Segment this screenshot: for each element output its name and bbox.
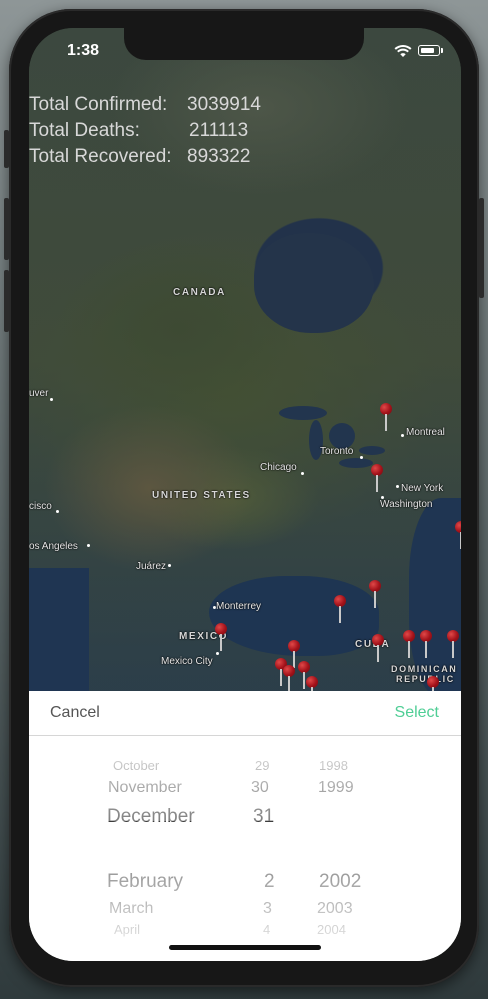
picker-month-item[interactable]: November: [108, 779, 182, 797]
picker-toolbar: Cancel Select: [29, 691, 461, 736]
map-label-canada: CANADA: [173, 287, 226, 298]
city-dot: [360, 456, 363, 459]
city-dot: [396, 485, 399, 488]
great-lake-superior: [279, 406, 327, 420]
map-pin[interactable]: [371, 464, 383, 494]
picker-month-item[interactable]: December: [107, 806, 195, 828]
city-dot: [87, 544, 90, 547]
satellite-map[interactable]: CANADA UNITED STATES MEXICO CUBA DOMINIC…: [29, 28, 461, 691]
map-pin[interactable]: [447, 630, 459, 660]
date-picker-wheels[interactable]: October November December February March…: [29, 736, 461, 961]
map-pin[interactable]: [455, 521, 461, 551]
deaths-value: 211113: [189, 120, 249, 141]
map-label-toronto: Toronto: [320, 446, 354, 457]
picker-day-item[interactable]: 3: [263, 900, 272, 918]
picker-month-item[interactable]: February: [107, 871, 183, 893]
map-pin[interactable]: [306, 676, 318, 691]
battery-cap: [441, 48, 443, 53]
confirmed-label: Total Confirmed:: [29, 94, 168, 115]
city-dot: [56, 510, 59, 513]
map-pin[interactable]: [372, 634, 384, 664]
map-label-mexico-city: Mexico City: [161, 656, 213, 667]
wifi-icon: [394, 45, 412, 57]
picker-year-item[interactable]: 2002: [319, 871, 361, 893]
picker-day-item[interactable]: 31: [253, 806, 274, 828]
picker-year-item[interactable]: 1999: [318, 779, 354, 797]
picker-month-item[interactable]: April: [114, 922, 140, 937]
map-label-chicago: Chicago: [260, 462, 297, 473]
great-lake-ontario: [359, 446, 385, 455]
picker-day-item[interactable]: 4: [263, 922, 270, 937]
silent-switch: [4, 130, 9, 168]
map-pin[interactable]: [420, 630, 432, 660]
home-indicator[interactable]: [169, 945, 321, 950]
map-label-washington: Washington: [380, 499, 433, 510]
clock-time: 1:38: [67, 42, 100, 59]
map-label-vancouver: uver: [29, 388, 49, 399]
recovered-value: 893322: [187, 146, 251, 167]
picker-day-item[interactable]: 29: [255, 758, 269, 773]
map-label-san-francisco: cisco: [29, 501, 52, 512]
map-pin[interactable]: [334, 595, 346, 625]
map-label-dominican: DOMINICAN: [391, 664, 458, 674]
map-pin[interactable]: [369, 580, 381, 610]
picker-month-item[interactable]: March: [109, 900, 153, 918]
picker-fade-bottom: [29, 846, 461, 961]
screen: CANADA UNITED STATES MEXICO CUBA DOMINIC…: [29, 28, 461, 961]
select-button[interactable]: Select: [395, 704, 439, 722]
map-pin[interactable]: [283, 665, 295, 691]
picker-fade-top: [29, 736, 461, 821]
volume-up-button: [4, 198, 9, 260]
recovered-label: Total Recovered:: [29, 146, 172, 167]
deaths-label: Total Deaths:: [29, 120, 140, 141]
map-pin[interactable]: [403, 630, 415, 660]
city-dot: [50, 398, 53, 401]
power-button: [479, 198, 484, 298]
battery-icon: [418, 45, 440, 56]
city-dot: [301, 472, 304, 475]
status-bar: 1:38: [29, 28, 461, 72]
notch: [124, 28, 364, 60]
picker-year-item[interactable]: 2004: [317, 922, 346, 937]
pacific-ocean: [29, 568, 89, 691]
map-label-republic: REPUBLIC: [396, 674, 455, 684]
map-label-united-states: UNITED STATES: [152, 490, 251, 501]
map-label-juarez: Juárez: [136, 561, 167, 572]
confirmed-value: 3039914: [187, 94, 261, 115]
great-lake-erie: [339, 458, 373, 468]
stat-row-recovered: Total Recovered: 893322: [29, 144, 261, 170]
picker-day-item[interactable]: 30: [251, 779, 269, 797]
atlantic-ocean: [409, 498, 461, 691]
map-pin[interactable]: [427, 676, 439, 691]
map-label-new-york: New York: [401, 483, 444, 494]
map-pin[interactable]: [380, 403, 392, 433]
cancel-button[interactable]: Cancel: [50, 704, 100, 722]
picker-year-item[interactable]: 1998: [319, 758, 348, 773]
picker-month-item[interactable]: October: [113, 758, 159, 773]
stat-row-deaths: Total Deaths: 211113: [29, 118, 261, 144]
map-label-monterrey: Monterrey: [216, 601, 262, 612]
stat-row-confirmed: Total Confirmed: 3039914: [29, 92, 261, 118]
city-dot: [401, 434, 404, 437]
date-picker-sheet: Cancel Select October November December …: [29, 691, 461, 961]
volume-down-button: [4, 270, 9, 332]
map-label-montreal: Montreal: [406, 427, 445, 438]
city-dot: [168, 564, 171, 567]
map-pin[interactable]: [215, 623, 227, 653]
picker-year-item[interactable]: 2003: [317, 900, 353, 918]
hudson-bay: [254, 233, 374, 333]
stats-panel: Total Confirmed: 3039914 Total Deaths: 2…: [29, 92, 261, 170]
map-label-los-angeles: os Angeles: [29, 541, 78, 552]
picker-day-item[interactable]: 2: [264, 871, 275, 893]
